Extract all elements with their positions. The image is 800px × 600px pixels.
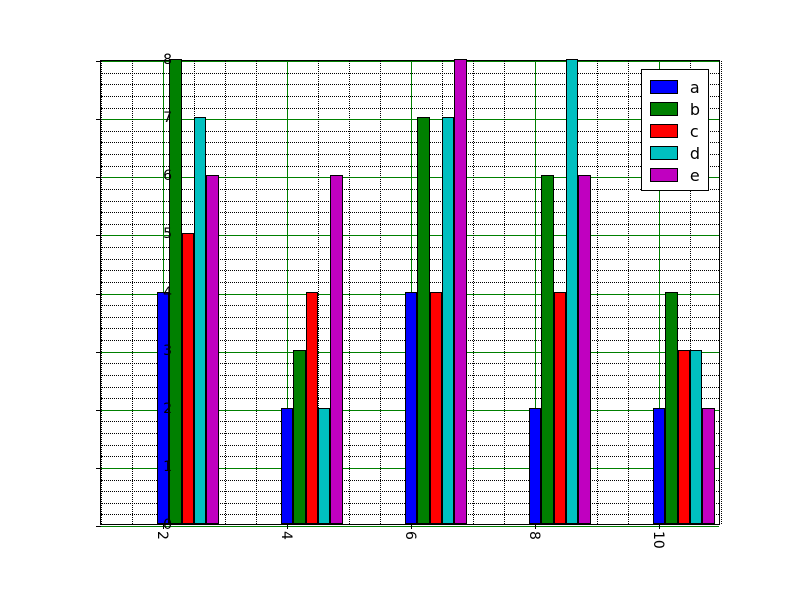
bar: [566, 59, 578, 524]
bar: [442, 117, 454, 524]
bar: [529, 408, 541, 524]
bar: [330, 175, 342, 524]
x-tick-label: 4: [278, 531, 294, 540]
y-tick-label: 4: [132, 285, 172, 301]
legend-swatch: [650, 168, 678, 182]
bar: [454, 59, 466, 524]
bar: [541, 175, 553, 524]
legend-item: e: [650, 164, 700, 186]
bar: [678, 350, 690, 524]
bar: [206, 175, 218, 524]
x-tick-label: 6: [402, 531, 418, 540]
legend-swatch: [650, 102, 678, 116]
bar: [690, 350, 702, 524]
bar: [405, 292, 417, 525]
chart-axes: abcde: [100, 60, 720, 525]
bar: [293, 350, 305, 524]
legend-swatch: [650, 80, 678, 94]
bar: [318, 408, 330, 524]
bar: [306, 292, 318, 525]
legend: abcde: [641, 69, 709, 191]
legend-label: e: [690, 166, 700, 185]
bar-group-container: [101, 61, 719, 524]
bar: [702, 408, 714, 524]
bar: [653, 408, 665, 524]
legend-label: b: [690, 100, 700, 119]
legend-label: c: [690, 122, 699, 141]
y-tick-label: 1: [132, 459, 172, 475]
y-tick-label: 5: [132, 226, 172, 242]
legend-item: c: [650, 120, 700, 142]
bar: [194, 117, 206, 524]
figure: abcde 012345678 246810: [0, 0, 800, 600]
x-tick-label: 8: [526, 531, 542, 540]
bar: [578, 175, 590, 524]
y-tick-label: 8: [132, 52, 172, 68]
bar: [281, 408, 293, 524]
legend-item: d: [650, 142, 700, 164]
legend-swatch: [650, 124, 678, 138]
x-tick-label: 10: [650, 531, 666, 549]
legend-item: a: [650, 76, 700, 98]
legend-label: d: [690, 144, 700, 163]
x-tick-label: 2: [154, 531, 170, 540]
y-tick-label: 7: [132, 110, 172, 126]
y-tick-label: 2: [132, 401, 172, 417]
bar: [182, 233, 194, 524]
bar: [554, 292, 566, 525]
bar: [665, 292, 677, 525]
legend-label: a: [690, 78, 700, 97]
y-tick-label: 6: [132, 168, 172, 184]
bar: [417, 117, 429, 524]
y-tick-label: 3: [132, 343, 172, 359]
legend-swatch: [650, 146, 678, 160]
legend-item: b: [650, 98, 700, 120]
bar: [430, 292, 442, 525]
